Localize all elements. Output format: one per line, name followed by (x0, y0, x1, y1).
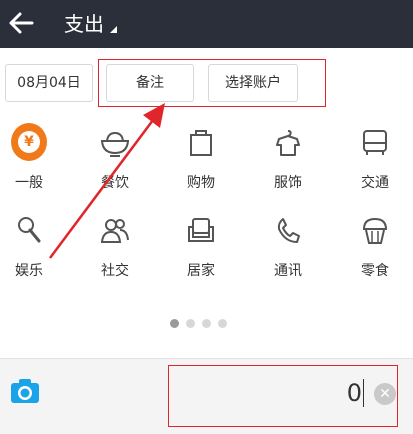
sofa-icon (183, 212, 219, 248)
select-account-button[interactable]: 选择账户 (208, 64, 298, 102)
note-button[interactable]: 备注 (106, 64, 194, 102)
category-general[interactable]: ¥ 一般 (0, 123, 65, 204)
caret-down-icon (110, 25, 117, 33)
shopping-bag-icon (183, 124, 219, 160)
category-clothing[interactable]: 服饰 (252, 124, 324, 204)
category-label: 交通 (361, 175, 389, 191)
camera-button[interactable] (10, 376, 40, 406)
category-label: 购物 (187, 175, 215, 191)
page-indicator (170, 319, 227, 328)
category-social[interactable]: 社交 (79, 212, 151, 292)
rice-bowl-icon (97, 124, 133, 160)
category-label: 服饰 (274, 175, 302, 191)
category-label: 餐饮 (101, 175, 129, 191)
back-arrow-icon (9, 12, 34, 34)
cupcake-icon (357, 212, 393, 248)
phone-icon (270, 212, 306, 248)
category-label: 一般 (15, 175, 43, 191)
category-home[interactable]: 居家 (165, 212, 237, 292)
category-label: 娱乐 (15, 263, 43, 279)
date-button[interactable]: 08月04日 (5, 64, 93, 102)
category-label: 居家 (187, 263, 215, 279)
category-shopping[interactable]: 购物 (165, 124, 237, 204)
close-icon: ✕ (379, 386, 391, 402)
shirt-hanger-icon (270, 124, 306, 160)
category-label: 通讯 (274, 263, 302, 279)
yen-circle-icon: ¥ (11, 123, 47, 161)
page-dot[interactable] (202, 319, 211, 328)
top-bar: 支出 (0, 0, 413, 48)
page-dot[interactable] (170, 319, 179, 328)
category-transport[interactable]: 交通 (339, 124, 411, 204)
amount-input[interactable]: 0 (270, 376, 362, 410)
category-snacks[interactable]: 零食 (339, 212, 411, 292)
category-label: 零食 (361, 263, 389, 279)
page-dot[interactable] (186, 319, 195, 328)
category-entertainment[interactable]: 娱乐 (0, 212, 65, 292)
category-communication[interactable]: 通讯 (252, 212, 324, 292)
page-dot[interactable] (218, 319, 227, 328)
category-dining[interactable]: 餐饮 (79, 124, 151, 204)
people-icon (97, 212, 133, 248)
microphone-icon (11, 212, 47, 248)
back-button[interactable] (6, 8, 36, 38)
text-cursor (363, 379, 364, 407)
clear-amount-button[interactable]: ✕ (374, 383, 396, 405)
camera-icon (11, 379, 39, 403)
category-label: 社交 (101, 263, 129, 279)
type-selector[interactable]: 支出 (64, 10, 117, 38)
bus-icon (357, 124, 393, 160)
page-title: 支出 (64, 12, 104, 36)
